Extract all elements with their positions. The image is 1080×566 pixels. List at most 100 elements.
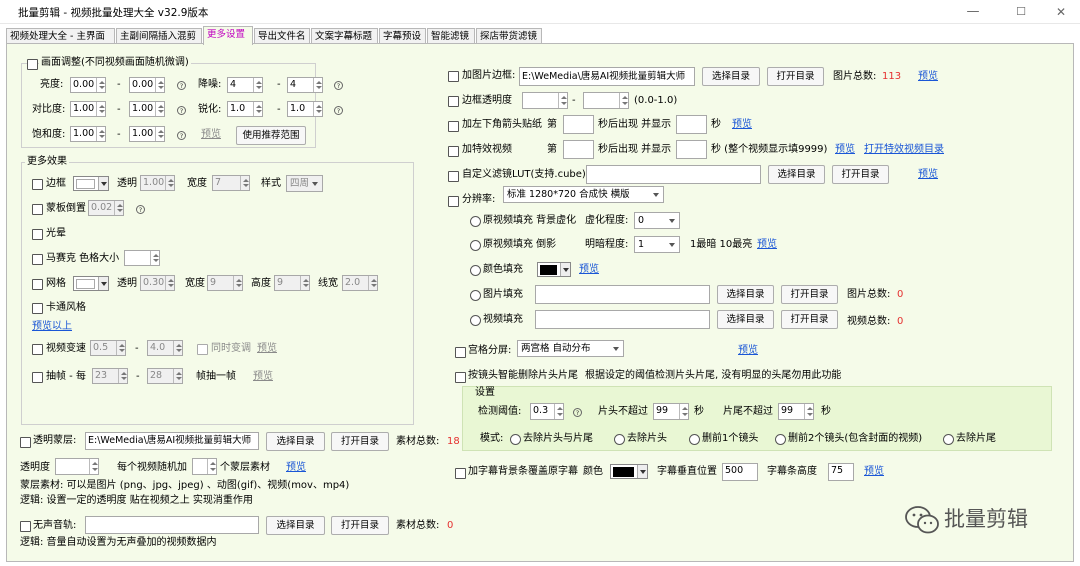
mode-radio-head-tail[interactable] [510, 434, 521, 445]
border-checkbox[interactable] [32, 179, 43, 190]
overlay-path-input[interactable]: E:\WeMedia\唐易AI视频批量剪辑大师 [85, 432, 259, 450]
resolution-checkbox[interactable] [448, 196, 459, 207]
contrast-to-spinner[interactable] [155, 102, 165, 116]
border-color-picker[interactable] [73, 176, 109, 191]
grid-width-spinner[interactable] [233, 276, 243, 290]
brightness-to-spinner[interactable] [155, 78, 165, 92]
image-fill-radio[interactable] [470, 290, 481, 301]
silent-track-select-button[interactable]: 选择目录 [266, 516, 325, 535]
tab-smart-filter[interactable]: 智能滤镜 [427, 28, 475, 44]
saturation-to-spinner[interactable] [155, 127, 165, 141]
preview-above-link[interactable]: 预览以上 [32, 320, 72, 334]
effect-video-start-input[interactable] [563, 140, 594, 159]
speed-preview-link[interactable]: 预览 [257, 342, 277, 356]
frame-drop-checkbox[interactable] [32, 372, 43, 383]
border-opacity-to-spinner[interactable] [619, 93, 629, 108]
blur-fill-radio[interactable] [470, 216, 481, 227]
help-icon[interactable]: ? [177, 81, 186, 90]
tab-interval-mix[interactable]: 主副间隔插入混剪 [116, 28, 202, 44]
grid-color-picker[interactable] [73, 276, 109, 291]
fill-color-picker[interactable] [537, 262, 571, 277]
grid-opacity-spinner[interactable] [165, 276, 175, 290]
overlay-per-video-spinner[interactable] [207, 459, 217, 474]
halo-checkbox[interactable] [32, 229, 43, 240]
arrow-sticker-duration-input[interactable] [676, 115, 707, 134]
shadow-bright-select[interactable]: 1 [634, 236, 680, 253]
overlay-checkbox[interactable] [20, 437, 31, 448]
arrow-sticker-preview-link[interactable]: 预览 [732, 118, 752, 132]
arrow-sticker-start-input[interactable] [563, 115, 594, 134]
image-border-open-button[interactable]: 打开目录 [767, 67, 824, 86]
pitch-checkbox[interactable] [197, 344, 208, 355]
tab-more-settings[interactable]: 更多设置 [203, 26, 253, 45]
speed-from-spinner[interactable] [116, 341, 126, 355]
mode-radio-first-two-shots[interactable] [775, 434, 786, 445]
overlay-opacity-spinner[interactable] [89, 459, 99, 474]
blur-degree-select[interactable]: 0 [634, 212, 680, 229]
mask-flip-checkbox[interactable] [32, 204, 43, 215]
border-opacity-spinner[interactable] [165, 176, 175, 190]
lut-checkbox[interactable] [448, 171, 459, 182]
shadow-fill-preview-link[interactable]: 预览 [757, 238, 777, 252]
image-border-preview-link[interactable]: 预览 [918, 70, 938, 84]
image-border-checkbox[interactable] [448, 71, 459, 82]
overlay-select-button[interactable]: 选择目录 [266, 432, 325, 451]
frame-drop-preview-link[interactable]: 预览 [253, 370, 273, 384]
help-icon[interactable]: ? [177, 131, 186, 140]
tab-main[interactable]: 视频处理大全 - 主界面 [6, 28, 115, 44]
maximize-button[interactable]: ☐ [1006, 2, 1036, 22]
shadow-fill-radio[interactable] [470, 240, 481, 251]
effect-video-preview-link[interactable]: 预览 [835, 143, 855, 157]
lut-path-input[interactable] [586, 165, 761, 184]
color-fill-preview-link[interactable]: 预览 [579, 263, 599, 277]
sharpen-to-spinner[interactable] [313, 102, 323, 116]
close-button[interactable]: ✕ [1046, 2, 1076, 22]
border-width-spinner[interactable] [240, 176, 250, 190]
denoise-to-spinner[interactable] [313, 78, 323, 92]
image-fill-path-input[interactable] [535, 285, 710, 304]
color-fill-radio[interactable] [470, 265, 481, 276]
subtitle-height-input[interactable]: 75 [828, 463, 854, 481]
frame-drop-from-spinner[interactable] [118, 369, 128, 383]
grid-height-spinner[interactable] [300, 276, 310, 290]
lut-select-button[interactable]: 选择目录 [768, 165, 825, 184]
help-icon[interactable]: ? [573, 408, 582, 417]
border-opacity-checkbox[interactable] [448, 96, 459, 107]
image-border-path-input[interactable]: E:\WeMedia\唐易AI视频批量剪辑大师 [519, 67, 695, 86]
mode-radio-head[interactable] [614, 434, 625, 445]
contrast-from-spinner[interactable] [96, 102, 106, 116]
help-icon[interactable]: ? [177, 106, 186, 115]
help-icon[interactable]: ? [334, 106, 343, 115]
image-border-select-button[interactable]: 选择目录 [702, 67, 760, 86]
border-opacity-from-spinner[interactable] [558, 93, 568, 108]
video-fill-radio[interactable] [470, 315, 481, 326]
frame-preview-link[interactable]: 预览 [201, 128, 221, 142]
arrow-sticker-checkbox[interactable] [448, 121, 459, 132]
tab-export-filename[interactable]: 导出文件名 [254, 28, 310, 44]
silent-track-path-input[interactable] [85, 516, 259, 534]
help-icon[interactable]: ? [334, 81, 343, 90]
lut-open-button[interactable]: 打开目录 [832, 165, 889, 184]
silent-track-checkbox[interactable] [20, 521, 31, 532]
lut-preview-link[interactable]: 预览 [918, 168, 938, 182]
saturation-from-spinner[interactable] [96, 127, 106, 141]
mosaic-size-spinner[interactable] [150, 251, 160, 265]
video-fill-select-button[interactable]: 选择目录 [717, 310, 774, 329]
subtitle-pos-input[interactable]: 500 [722, 463, 758, 481]
split-screen-preview-link[interactable]: 预览 [738, 344, 758, 358]
grid-checkbox[interactable] [32, 279, 43, 290]
tab-copy-subtitle[interactable]: 文案字幕标题 [311, 28, 378, 44]
head-limit-spinner[interactable] [679, 404, 689, 419]
frame-drop-to-spinner[interactable] [173, 369, 183, 383]
subtitle-bar-preview-link[interactable]: 预览 [864, 465, 884, 479]
mode-radio-tail[interactable] [943, 434, 954, 445]
effect-video-open-dir-link[interactable]: 打开特效视频目录 [864, 143, 944, 157]
threshold-spinner[interactable] [554, 404, 564, 419]
video-fill-path-input[interactable] [535, 310, 710, 329]
use-recommended-button[interactable]: 使用推荐范围 [236, 126, 306, 145]
overlay-open-button[interactable]: 打开目录 [331, 432, 389, 451]
border-style-select[interactable]: 四周 [286, 175, 323, 192]
denoise-from-spinner[interactable] [253, 78, 263, 92]
frame-adjust-checkbox[interactable] [27, 59, 38, 70]
auto-trim-checkbox[interactable] [455, 372, 466, 383]
